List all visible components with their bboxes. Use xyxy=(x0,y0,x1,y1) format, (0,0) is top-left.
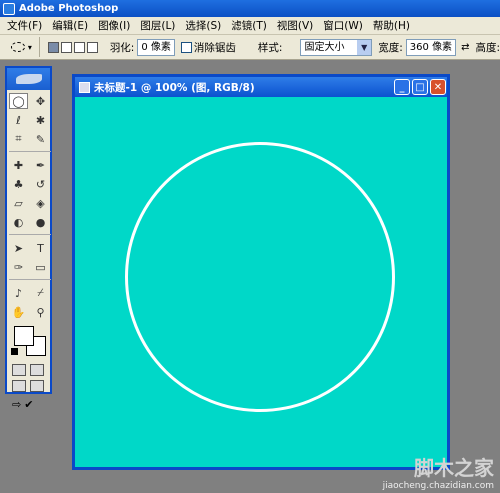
tool-grid: ◯ ✥ ℓ ✱ ⌗ ✎ ✚ ✒ ♣ ↺ ▱ ◈ ◐ ● ➤ T ✑ ▭ ♪ ⌿ … xyxy=(7,90,51,320)
dodge-tool-icon[interactable]: ● xyxy=(31,214,50,230)
menu-view[interactable]: 视图(V) xyxy=(272,18,318,33)
image-canvas[interactable] xyxy=(75,97,447,467)
menu-window[interactable]: 窗口(W) xyxy=(318,18,368,33)
default-colors-icon[interactable] xyxy=(11,348,18,355)
dropdown-arrow-icon[interactable]: ▼ xyxy=(357,39,372,55)
photoshop-icon xyxy=(3,2,15,15)
watermark: 脚木之家 jiaocheng.chazidian.com xyxy=(383,452,494,491)
feather-input[interactable]: 0 像素 xyxy=(137,38,175,56)
menu-filter[interactable]: 滤镜(T) xyxy=(226,18,272,33)
jump-to-imageready-icon[interactable]: ⇨ xyxy=(12,398,21,411)
window-controls: _ □ ✕ xyxy=(394,79,446,95)
menu-layer[interactable]: 图层(L) xyxy=(135,18,180,33)
toolbox-header[interactable] xyxy=(7,68,50,90)
standard-mode-icon[interactable] xyxy=(12,364,26,376)
style-value: 固定大小 xyxy=(304,41,345,53)
color-swatches xyxy=(10,324,50,360)
subtract-selection-button[interactable] xyxy=(73,41,85,53)
antialias-label: 消除锯齿 xyxy=(193,41,236,54)
style-label: 样式: xyxy=(257,41,283,54)
brush-tool-icon[interactable]: ✒ xyxy=(31,157,50,173)
tool-preset-picker[interactable]: ▾ xyxy=(4,37,40,57)
style-select[interactable]: 固定大小 ▼ xyxy=(300,38,373,56)
options-bar: ▾ 羽化: 0 像素 消除锯齿 样式: 固定大小 ▼ 宽度: 360 像素 ⇄ … xyxy=(0,35,500,60)
menu-help[interactable]: 帮助(H) xyxy=(368,18,415,33)
document-titlebar[interactable]: 未标题-1 @ 100% (图, RGB/8) _ □ ✕ xyxy=(75,77,447,97)
slice-tool-icon[interactable]: ✎ xyxy=(31,131,50,147)
tool-divider xyxy=(9,151,51,153)
checkbox-box[interactable] xyxy=(180,41,192,53)
hand-tool-icon[interactable]: ✋ xyxy=(9,304,28,320)
blur-tool-icon[interactable]: ◐ xyxy=(9,214,28,230)
selection-modes xyxy=(47,41,98,53)
feather-logo-icon xyxy=(15,74,42,84)
menu-select[interactable]: 选择(S) xyxy=(180,18,226,33)
watermark-url: jiaocheng.chazidian.com xyxy=(382,481,494,491)
document-icon xyxy=(79,81,90,93)
quickmask-mode-icon[interactable] xyxy=(30,364,44,376)
screen-modes xyxy=(12,380,50,392)
crop-tool-icon[interactable]: ⌗ xyxy=(9,131,28,147)
app-title: Adobe Photoshop xyxy=(19,3,119,14)
paint-bucket-icon[interactable]: ◈ xyxy=(31,195,50,211)
document-window: 未标题-1 @ 100% (图, RGB/8) _ □ ✕ xyxy=(72,74,450,470)
document-title: 未标题-1 @ 100% (图, RGB/8) xyxy=(94,81,255,94)
eraser-tool-icon[interactable]: ▱ xyxy=(9,195,28,211)
add-selection-button[interactable] xyxy=(60,41,72,53)
circle-stroke xyxy=(125,142,395,412)
screen-mode-standard-icon[interactable] xyxy=(12,380,26,392)
tool-divider xyxy=(9,234,51,236)
quickmask-modes xyxy=(12,364,50,376)
maximize-icon[interactable]: □ xyxy=(412,79,428,95)
jump-to-row: ⇨ ✔ xyxy=(12,398,50,411)
height-label: 高度: xyxy=(475,41,500,54)
antialias-checkbox[interactable]: 消除锯齿 xyxy=(180,40,236,55)
type-tool-icon[interactable]: T xyxy=(31,240,50,256)
chevron-down-icon: ▾ xyxy=(27,42,32,52)
lasso-tool-icon[interactable]: ℓ xyxy=(9,112,28,128)
menu-image[interactable]: 图像(I) xyxy=(93,18,135,33)
app-titlebar: Adobe Photoshop xyxy=(0,0,500,17)
clone-stamp-icon[interactable]: ♣ xyxy=(9,176,28,192)
menu-edit[interactable]: 编辑(E) xyxy=(47,18,93,33)
shape-tool-icon[interactable]: ▭ xyxy=(31,259,50,275)
healing-brush-icon[interactable]: ✚ xyxy=(9,157,28,173)
watermark-main: 脚木之家 xyxy=(414,456,494,480)
close-icon[interactable]: ✕ xyxy=(430,79,446,95)
pen-tool-icon[interactable]: ✑ xyxy=(9,259,28,275)
elliptical-marquee-icon xyxy=(10,42,25,52)
screen-mode-full-icon[interactable] xyxy=(30,380,44,392)
history-brush-icon[interactable]: ↺ xyxy=(31,176,50,192)
notes-tool-icon[interactable]: ♪ xyxy=(9,285,28,301)
magic-wand-icon[interactable]: ✱ xyxy=(31,112,50,128)
marquee-tool-icon[interactable]: ◯ xyxy=(9,93,28,109)
feather-label: 羽化: xyxy=(109,41,135,54)
foreground-color[interactable] xyxy=(14,326,34,346)
menubar: 文件(F) 编辑(E) 图像(I) 图层(L) 选择(S) 滤镜(T) 视图(V… xyxy=(0,17,500,35)
eyedropper-icon[interactable]: ⌿ xyxy=(31,285,50,301)
toolbox: ◯ ✥ ℓ ✱ ⌗ ✎ ✚ ✒ ♣ ↺ ▱ ◈ ◐ ● ➤ T ✑ ▭ ♪ ⌿ … xyxy=(5,66,52,411)
move-tool-icon[interactable]: ✥ xyxy=(31,93,50,109)
minimize-icon[interactable]: _ xyxy=(394,79,410,95)
width-label: 宽度: xyxy=(378,41,403,54)
width-input[interactable]: 360 像素 xyxy=(405,38,457,56)
menu-file[interactable]: 文件(F) xyxy=(2,18,47,33)
tool-divider xyxy=(9,279,51,281)
zoom-tool-icon[interactable]: ⚲ xyxy=(31,304,50,320)
new-selection-button[interactable] xyxy=(47,41,59,53)
swap-icon[interactable]: ⇄ xyxy=(461,42,469,53)
intersect-selection-button[interactable] xyxy=(86,41,98,53)
check-icon[interactable]: ✔ xyxy=(24,398,33,411)
path-select-icon[interactable]: ➤ xyxy=(9,240,28,256)
